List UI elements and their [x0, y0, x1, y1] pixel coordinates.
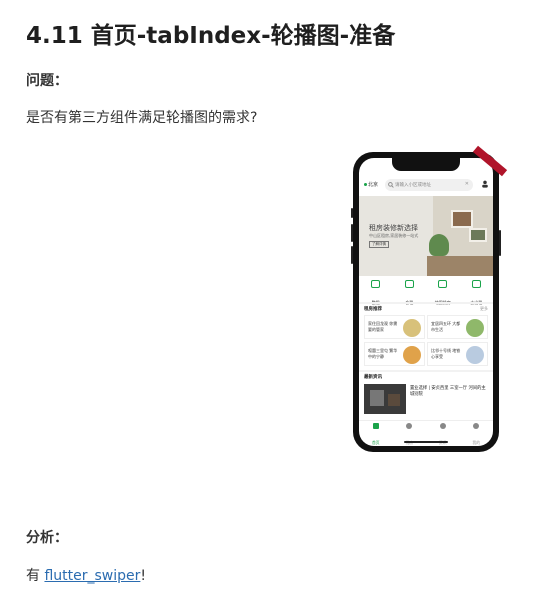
grid-item-lease-out[interactable]: 去出租	[460, 278, 494, 305]
people-icon	[404, 280, 414, 288]
clear-icon[interactable]: ✕	[465, 181, 469, 187]
analysis-label: 分析：	[26, 530, 68, 546]
grid-item-map-search[interactable]: 地图找房	[426, 278, 460, 305]
flutter-swiper-link[interactable]: flutter_swiper	[44, 568, 140, 584]
card-text: 宜居四五环 大都市生活	[431, 321, 461, 332]
banner-picture-frame	[451, 210, 473, 228]
phone-power-button	[499, 230, 501, 256]
phone-volume-down-button	[351, 246, 353, 264]
card-text: 比邻十号线 地铁心享受	[431, 348, 461, 359]
search-icon	[388, 182, 394, 188]
section-divider	[359, 370, 493, 372]
banner-title: 租房装修新选择	[369, 224, 418, 232]
page-title: 4.11 首页-tabIndex-轮播图-准备	[26, 23, 396, 49]
search-icon	[406, 423, 413, 429]
user-icon[interactable]	[481, 180, 489, 188]
banner-furniture	[427, 256, 493, 276]
phone-mute-button	[351, 208, 353, 218]
category-grid: 整租 合租 地图找房 去出租	[359, 278, 494, 305]
app-topbar: 北京 请输入小区或地址 ✕	[359, 178, 493, 194]
phone-screen: 北京 请输入小区或地址 ✕ 租房装修新选择 中山区租房,家居装修一站式 了解详情	[359, 158, 493, 446]
news-thumbnail-detail	[388, 394, 400, 406]
banner-detail-button[interactable]: 了解详情	[369, 241, 389, 248]
home-indicator	[404, 441, 448, 443]
analysis-prefix: 有	[26, 568, 45, 584]
news-thumbnail-detail	[370, 390, 384, 406]
recommend-more-link[interactable]: 更多	[480, 306, 488, 312]
recommend-title: 租房推荐	[364, 307, 382, 312]
location-label: 北京	[368, 182, 379, 188]
phone-notch	[392, 158, 460, 171]
card-illustration	[466, 346, 484, 364]
grid-item-shared-rent[interactable]: 合租	[393, 278, 427, 305]
card-text: 喧嚣三里屯 繁华中的宁静	[368, 348, 398, 359]
location-selector[interactable]: 北京	[364, 181, 378, 188]
search-placeholder: 请输入小区或地址	[395, 183, 431, 188]
tab-home[interactable]: 首页	[359, 421, 393, 445]
phone-volume-up-button	[351, 224, 353, 242]
question-label: 问题：	[26, 73, 68, 89]
recommend-card[interactable]: 宜居四五环 大都市生活	[427, 315, 488, 339]
news-icon	[439, 423, 446, 429]
location-pin-icon	[364, 183, 367, 186]
grid-item-whole-rent[interactable]: 整租	[359, 278, 393, 305]
banner-plant	[429, 234, 449, 256]
phone-mockup: 北京 请输入小区或地址 ✕ 租房装修新选择 中山区租房,家居装修一站式 了解详情	[351, 145, 508, 452]
news-headline[interactable]: 置业选择 | 安贞西里 三室一厅 河间的主城别院	[410, 386, 488, 397]
question-text: 是否有第三方组件满足轮播图的需求?	[26, 110, 258, 126]
analysis-suffix: !	[140, 568, 147, 584]
news-title: 最新资讯	[364, 375, 382, 380]
house-icon	[371, 280, 381, 288]
tab-news[interactable]: 资讯	[426, 421, 460, 445]
analysis-text: 有 flutter_swiper!	[26, 565, 146, 585]
tab-profile[interactable]: 我的	[460, 421, 494, 445]
card-text: 家住回龙观 你需要的管家	[368, 321, 398, 332]
carousel-banner[interactable]: 租房装修新选择 中山区租房,家居装修一站式 了解详情	[359, 196, 493, 276]
recommend-card[interactable]: 喧嚣三里屯 繁华中的宁静	[364, 342, 425, 366]
card-illustration	[403, 346, 421, 364]
tab-label: 首页	[371, 440, 380, 445]
tab-search[interactable]: 找房	[393, 421, 427, 445]
carousel-indicator	[417, 268, 432, 276]
card-illustration	[403, 319, 421, 337]
recommend-card[interactable]: 比邻十号线 地铁心享受	[427, 342, 488, 366]
tab-label: 我的	[472, 440, 481, 445]
key-icon	[471, 280, 481, 288]
banner-picture-frame	[469, 228, 487, 242]
map-icon	[438, 280, 448, 288]
home-icon	[372, 423, 379, 429]
card-illustration	[466, 319, 484, 337]
section-divider	[359, 302, 493, 304]
banner-subtitle: 中山区租房,家居装修一站式	[369, 233, 419, 238]
search-input[interactable]: 请输入小区或地址 ✕	[385, 179, 473, 191]
recommend-card[interactable]: 家住回龙观 你需要的管家	[364, 315, 425, 339]
news-thumbnail[interactable]	[364, 384, 406, 414]
profile-icon	[473, 423, 480, 429]
bottom-tabbar: 首页 找房 资讯 我的	[359, 420, 494, 445]
